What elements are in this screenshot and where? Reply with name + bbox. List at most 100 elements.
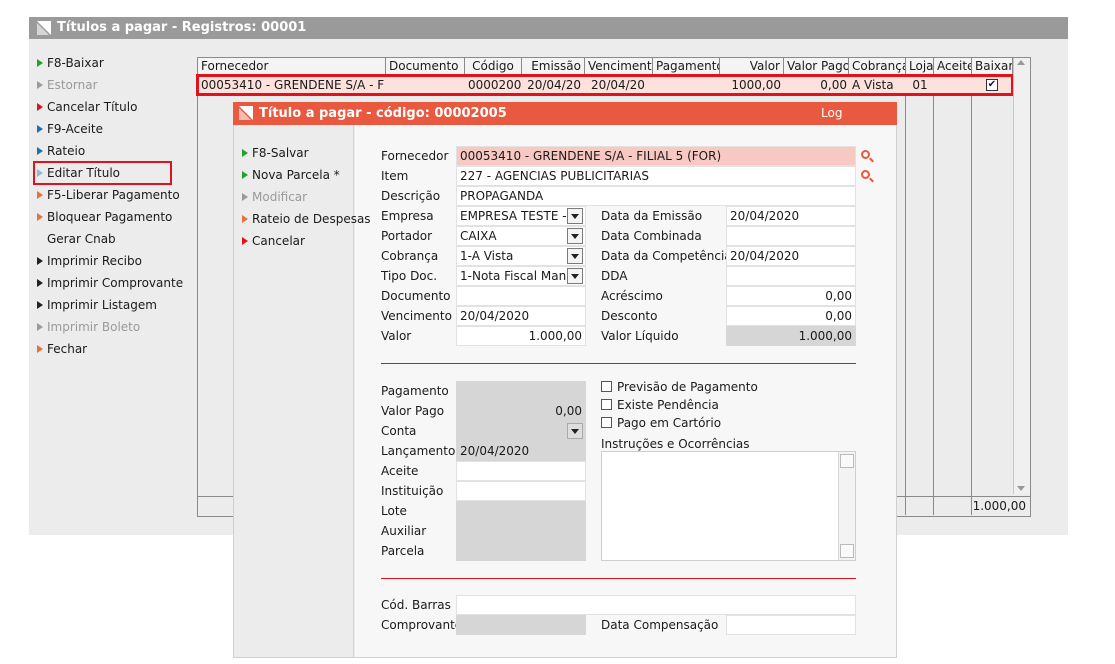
- label-fornecedor: Fornecedor: [381, 149, 449, 163]
- menu-imprimir-boleto[interactable]: Imprimir Boleto: [36, 316, 176, 338]
- item-field[interactable]: 227 - AGENCIAS PUBLICITARIAS: [456, 166, 856, 186]
- data-competencia-field[interactable]: 20/04/2020: [726, 246, 856, 266]
- scroll-up-icon[interactable]: [840, 454, 854, 468]
- play-icon: [242, 171, 248, 179]
- scroll-up-icon[interactable]: [1017, 60, 1025, 65]
- menu-modificar[interactable]: Modificar: [241, 186, 356, 208]
- label-instituicao: Instituição: [381, 484, 444, 498]
- label-portador: Portador: [381, 229, 433, 243]
- textarea-scrollbar[interactable]: [838, 452, 855, 560]
- label-dda: DDA: [601, 269, 628, 283]
- selected-row-highlight: [196, 74, 1014, 96]
- menu-imprimir-comprovante[interactable]: Imprimir Comprovante: [36, 272, 183, 294]
- menu-f9-aceite[interactable]: F9-Aceite: [36, 118, 176, 140]
- col-pagamento[interactable]: Pagamento: [653, 58, 720, 75]
- label-valor-pago: Valor Pago: [381, 404, 445, 418]
- menu-imprimir-recibo[interactable]: Imprimir Recibo: [36, 250, 176, 272]
- descricao-field[interactable]: PROPAGANDA: [456, 186, 856, 206]
- play-icon: [37, 323, 43, 331]
- menu-gerar-cnab[interactable]: Gerar Cnab: [36, 228, 176, 250]
- play-icon: [37, 59, 43, 67]
- col-baixar[interactable]: Baixar: [972, 58, 1013, 75]
- dda-field[interactable]: [726, 266, 856, 286]
- scroll-down-icon[interactable]: [840, 544, 854, 558]
- data-compensacao-field[interactable]: [726, 615, 856, 635]
- label-empresa: Empresa: [381, 209, 434, 223]
- cod-barras-field[interactable]: [456, 595, 856, 615]
- label-desconto: Desconto: [601, 309, 658, 323]
- chevron-down-icon[interactable]: [567, 228, 583, 244]
- col-emissao[interactable]: Emissão: [522, 58, 585, 75]
- vencimento-field[interactable]: 20/04/2020: [456, 306, 586, 326]
- chevron-down-icon[interactable]: [567, 248, 583, 264]
- data-emissao-field[interactable]: 20/04/2020: [726, 206, 856, 226]
- label-valor-liquido: Valor Líquido: [601, 329, 679, 343]
- dialog-title-bar: Título a pagar - código: 00002005 Log: [233, 102, 897, 125]
- label-auxiliar: Auxiliar: [381, 524, 427, 538]
- section-divider: [381, 578, 856, 579]
- menu-editar-titulo[interactable]: Editar Título: [33, 161, 172, 185]
- scroll-down-icon[interactable]: [1017, 486, 1025, 491]
- lancamento-field: 20/04/2020: [456, 441, 586, 461]
- menu-imprimir-listagem[interactable]: Imprimir Listagem: [36, 294, 176, 316]
- col-valor[interactable]: Valor: [720, 58, 784, 75]
- menu-bloquear-pagamento[interactable]: Bloquear Pagamento: [36, 206, 176, 228]
- play-icon: [37, 213, 43, 221]
- label-pendencia: Existe Pendência: [617, 398, 719, 412]
- acrescimo-field[interactable]: 0,00: [726, 286, 856, 306]
- grid-col-divider: [971, 95, 972, 515]
- pendencia-checkbox[interactable]: [601, 399, 612, 410]
- log-link[interactable]: Log: [821, 102, 842, 125]
- col-loja[interactable]: Loja: [906, 58, 934, 75]
- menu-cancelar[interactable]: Cancelar: [241, 230, 356, 252]
- fornecedor-field[interactable]: 00053410 - GRENDENE S/A - FILIAL 5 (FOR): [456, 146, 856, 166]
- play-icon: [37, 279, 43, 287]
- label-descricao: Descrição: [381, 189, 441, 203]
- previsao-checkbox[interactable]: [601, 381, 612, 392]
- aceite-field[interactable]: [456, 461, 586, 481]
- menu-fechar[interactable]: Fechar: [36, 338, 176, 360]
- data-combinada-field[interactable]: [726, 226, 856, 246]
- col-valor-pago[interactable]: Valor Pago: [784, 58, 849, 75]
- play-icon: [242, 237, 248, 245]
- menu-rateio[interactable]: Rateio: [36, 140, 176, 162]
- play-icon: [242, 193, 248, 201]
- search-icon[interactable]: [861, 150, 870, 159]
- desconto-field[interactable]: 0,00: [726, 306, 856, 326]
- grid-vertical-scrollbar[interactable]: [1013, 58, 1030, 494]
- search-icon[interactable]: [861, 170, 870, 179]
- col-fornecedor[interactable]: Fornecedor: [198, 58, 386, 75]
- play-icon: [37, 301, 43, 309]
- play-icon: [37, 257, 43, 265]
- label-vencimento: Vencimento: [381, 309, 452, 323]
- instituicao-field[interactable]: [456, 481, 586, 501]
- col-vencimento[interactable]: Vencimento: [585, 58, 653, 75]
- menu-f8-salvar[interactable]: F8-Salvar: [241, 142, 356, 164]
- parcela-field: [456, 541, 586, 561]
- menu-cancelar-titulo[interactable]: Cancelar Título: [36, 96, 176, 118]
- menu-rateio-despesas[interactable]: Rateio de Despesas: [241, 208, 371, 230]
- col-codigo[interactable]: Código: [465, 58, 522, 75]
- col-aceite[interactable]: Aceite: [934, 58, 972, 75]
- documento-field[interactable]: [456, 286, 586, 306]
- col-cobranca[interactable]: Cobrança: [849, 58, 906, 75]
- pagamento-field: [456, 381, 586, 401]
- label-lote: Lote: [381, 504, 407, 518]
- valor-field[interactable]: 1.000,00: [456, 326, 586, 346]
- chevron-down-icon[interactable]: [567, 208, 583, 224]
- main-window-title: Títulos a pagar - Registros: 00001: [29, 17, 1068, 39]
- cartorio-checkbox[interactable]: [601, 417, 612, 428]
- col-documento[interactable]: Documento: [386, 58, 465, 75]
- main-title-text: Títulos a pagar - Registros: 00001: [57, 20, 307, 35]
- valor-pago-field: 0,00: [456, 401, 586, 421]
- instrucoes-textarea[interactable]: [601, 451, 856, 561]
- menu-estornar[interactable]: Estornar: [36, 74, 176, 96]
- label-pagamento: Pagamento: [381, 384, 449, 398]
- chevron-down-icon[interactable]: [567, 268, 583, 284]
- menu-liberar-pagamento[interactable]: F5-Liberar Pagamento: [36, 184, 180, 206]
- dialog-side-menu: F8-Salvar Nova Parcela * Modificar Ratei…: [241, 142, 371, 252]
- play-icon: [37, 345, 43, 353]
- menu-nova-parcela[interactable]: Nova Parcela *: [241, 164, 356, 186]
- menu-f8-baixar[interactable]: F8-Baixar: [36, 52, 176, 74]
- play-icon: [37, 81, 43, 89]
